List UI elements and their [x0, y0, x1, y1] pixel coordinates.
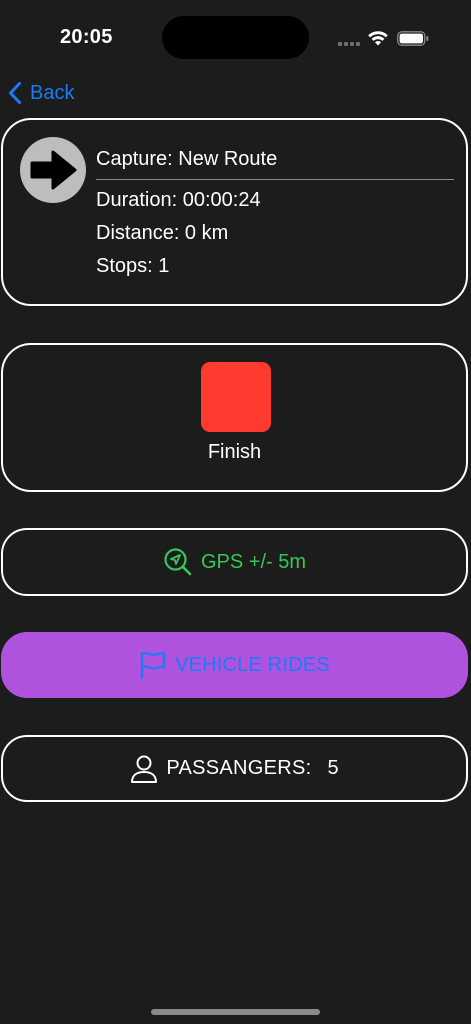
distance-text: Distance: 0 km: [96, 222, 229, 244]
duration-text: Duration: 00:00:24: [96, 189, 261, 211]
info-divider: [96, 179, 454, 180]
battery-icon: [397, 31, 429, 46]
arrow-right-icon: [30, 150, 77, 190]
location-search-icon: [164, 548, 192, 576]
passengers-card[interactable]: PASSANGERS: 5: [1, 735, 468, 802]
stops-text: Stops: 1: [96, 255, 170, 277]
person-icon: [131, 755, 158, 783]
home-indicator[interactable]: [151, 1009, 320, 1015]
vehicle-rides-label: VEHICLE RIDES: [175, 653, 330, 676]
back-label: Back: [30, 81, 75, 104]
gps-accuracy-text: GPS +/- 5m: [200, 550, 307, 573]
wifi-icon: [368, 31, 388, 46]
dynamic-island: [162, 16, 309, 59]
status-time: 20:05: [60, 26, 113, 48]
chevron-left-icon: [9, 82, 21, 104]
finish-label: Finish: [207, 441, 262, 463]
capture-title: Capture: New Route: [96, 148, 278, 170]
capture-info-card: Capture: New Route Duration: 00:00:24 Di…: [1, 118, 468, 306]
gps-accuracy-card: GPS +/- 5m: [1, 528, 468, 596]
stop-square-icon[interactable]: [201, 362, 271, 432]
passengers-count: 5: [327, 757, 339, 779]
back-button[interactable]: Back: [8, 78, 74, 108]
finish-card[interactable]: Finish: [1, 343, 468, 492]
passengers-label: PASSANGERS:: [166, 757, 312, 779]
vehicle-rides-button[interactable]: VEHICLE RIDES: [1, 632, 468, 698]
flag-icon: [140, 651, 166, 680]
direction-indicator: [20, 137, 86, 203]
cellular-signal-icon: [338, 40, 362, 46]
